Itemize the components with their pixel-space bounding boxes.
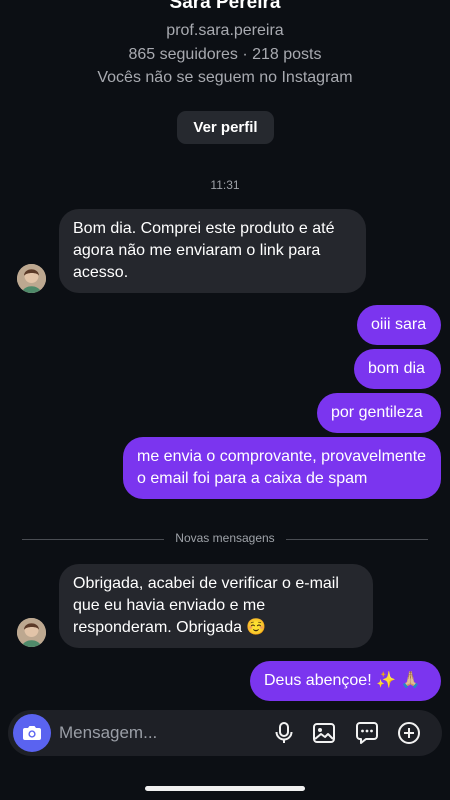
outgoing-message[interactable]: me envia o comprovante, provavelmente o … [123,437,441,499]
profile-handle: prof.sara.pereira [166,22,284,39]
home-indicator[interactable] [145,786,305,791]
avatar[interactable] [17,264,46,293]
profile-stats: 865 seguidores · 218 posts [128,46,322,63]
microphone-icon[interactable] [272,721,296,745]
message-input[interactable]: Mensagem... [59,723,157,743]
incoming-message[interactable]: Obrigada, acabei de verificar o e-mail q… [59,564,373,648]
sticker-icon[interactable] [355,721,379,745]
profile-name[interactable]: Sara Pereira [0,0,450,14]
view-profile-button[interactable]: Ver perfil [177,111,274,144]
outgoing-message[interactable]: bom dia [354,349,441,389]
outgoing-message[interactable]: oiii sara [357,305,441,345]
incoming-message[interactable]: Bom dia. Comprei este produto e até agor… [59,209,366,293]
outgoing-message[interactable]: por gentileza [317,393,441,433]
camera-button[interactable] [13,714,51,752]
divider-label: Novas mensagens [175,531,275,545]
outgoing-message[interactable]: Deus abençoe! ✨ 🙏🏼 [250,661,441,701]
message-timestamp: 11:31 [210,178,240,192]
avatar[interactable] [17,618,46,647]
image-icon[interactable] [312,721,336,745]
plus-icon[interactable] [397,721,421,745]
avatar-image [17,618,46,647]
message-composer: Mensagem... [8,710,442,756]
follow-status-note: Vocês não se seguem no Instagram [97,69,353,86]
avatar-image [17,264,46,293]
new-messages-divider: Novas mensagens [22,531,428,547]
camera-icon [23,726,41,740]
